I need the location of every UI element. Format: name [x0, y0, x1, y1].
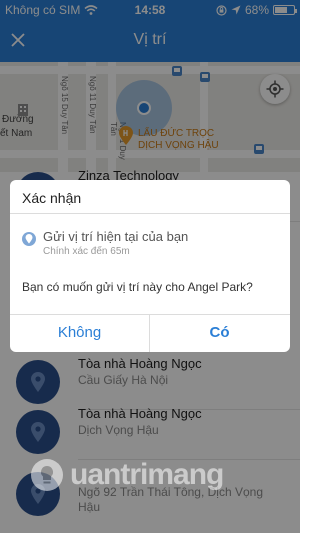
divider [10, 213, 290, 214]
confirm-dialog: Xác nhận Gửi vị trí hiện tại của bạn Chí… [10, 180, 290, 352]
yes-button[interactable]: Có [150, 314, 289, 352]
watermark: uantrimang [30, 455, 270, 495]
accuracy-label: Chính xác đến 65m [43, 246, 130, 257]
screen: Không có SIM 14:58 68% Vị trí Ngõ 15 Duy… [0, 0, 300, 533]
no-button[interactable]: Không [10, 314, 149, 352]
dialog-title: Xác nhận [22, 190, 82, 206]
dialog-message: Bạn có muốn gửi vị trí này cho Angel Par… [22, 280, 253, 294]
location-pin-icon [22, 232, 36, 246]
send-location-option: Gửi vị trí hiện tại của bạn [43, 229, 189, 244]
watermark-text: uantrimang [70, 458, 224, 491]
lightbulb-logo-icon [31, 459, 63, 491]
